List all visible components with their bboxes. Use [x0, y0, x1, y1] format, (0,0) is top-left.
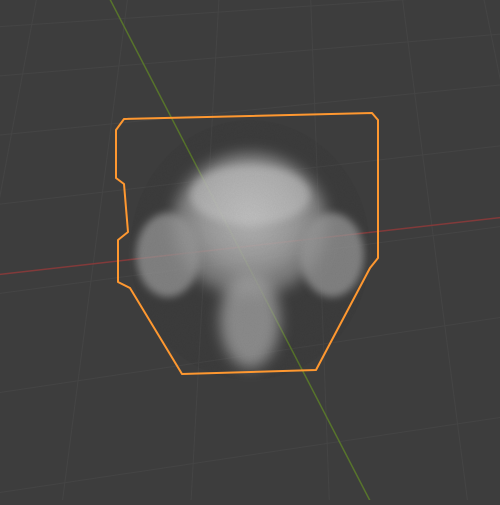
volume-object[interactable]: [130, 120, 370, 380]
viewport-3d[interactable]: [0, 0, 500, 500]
viewport-canvas: [0, 0, 500, 500]
